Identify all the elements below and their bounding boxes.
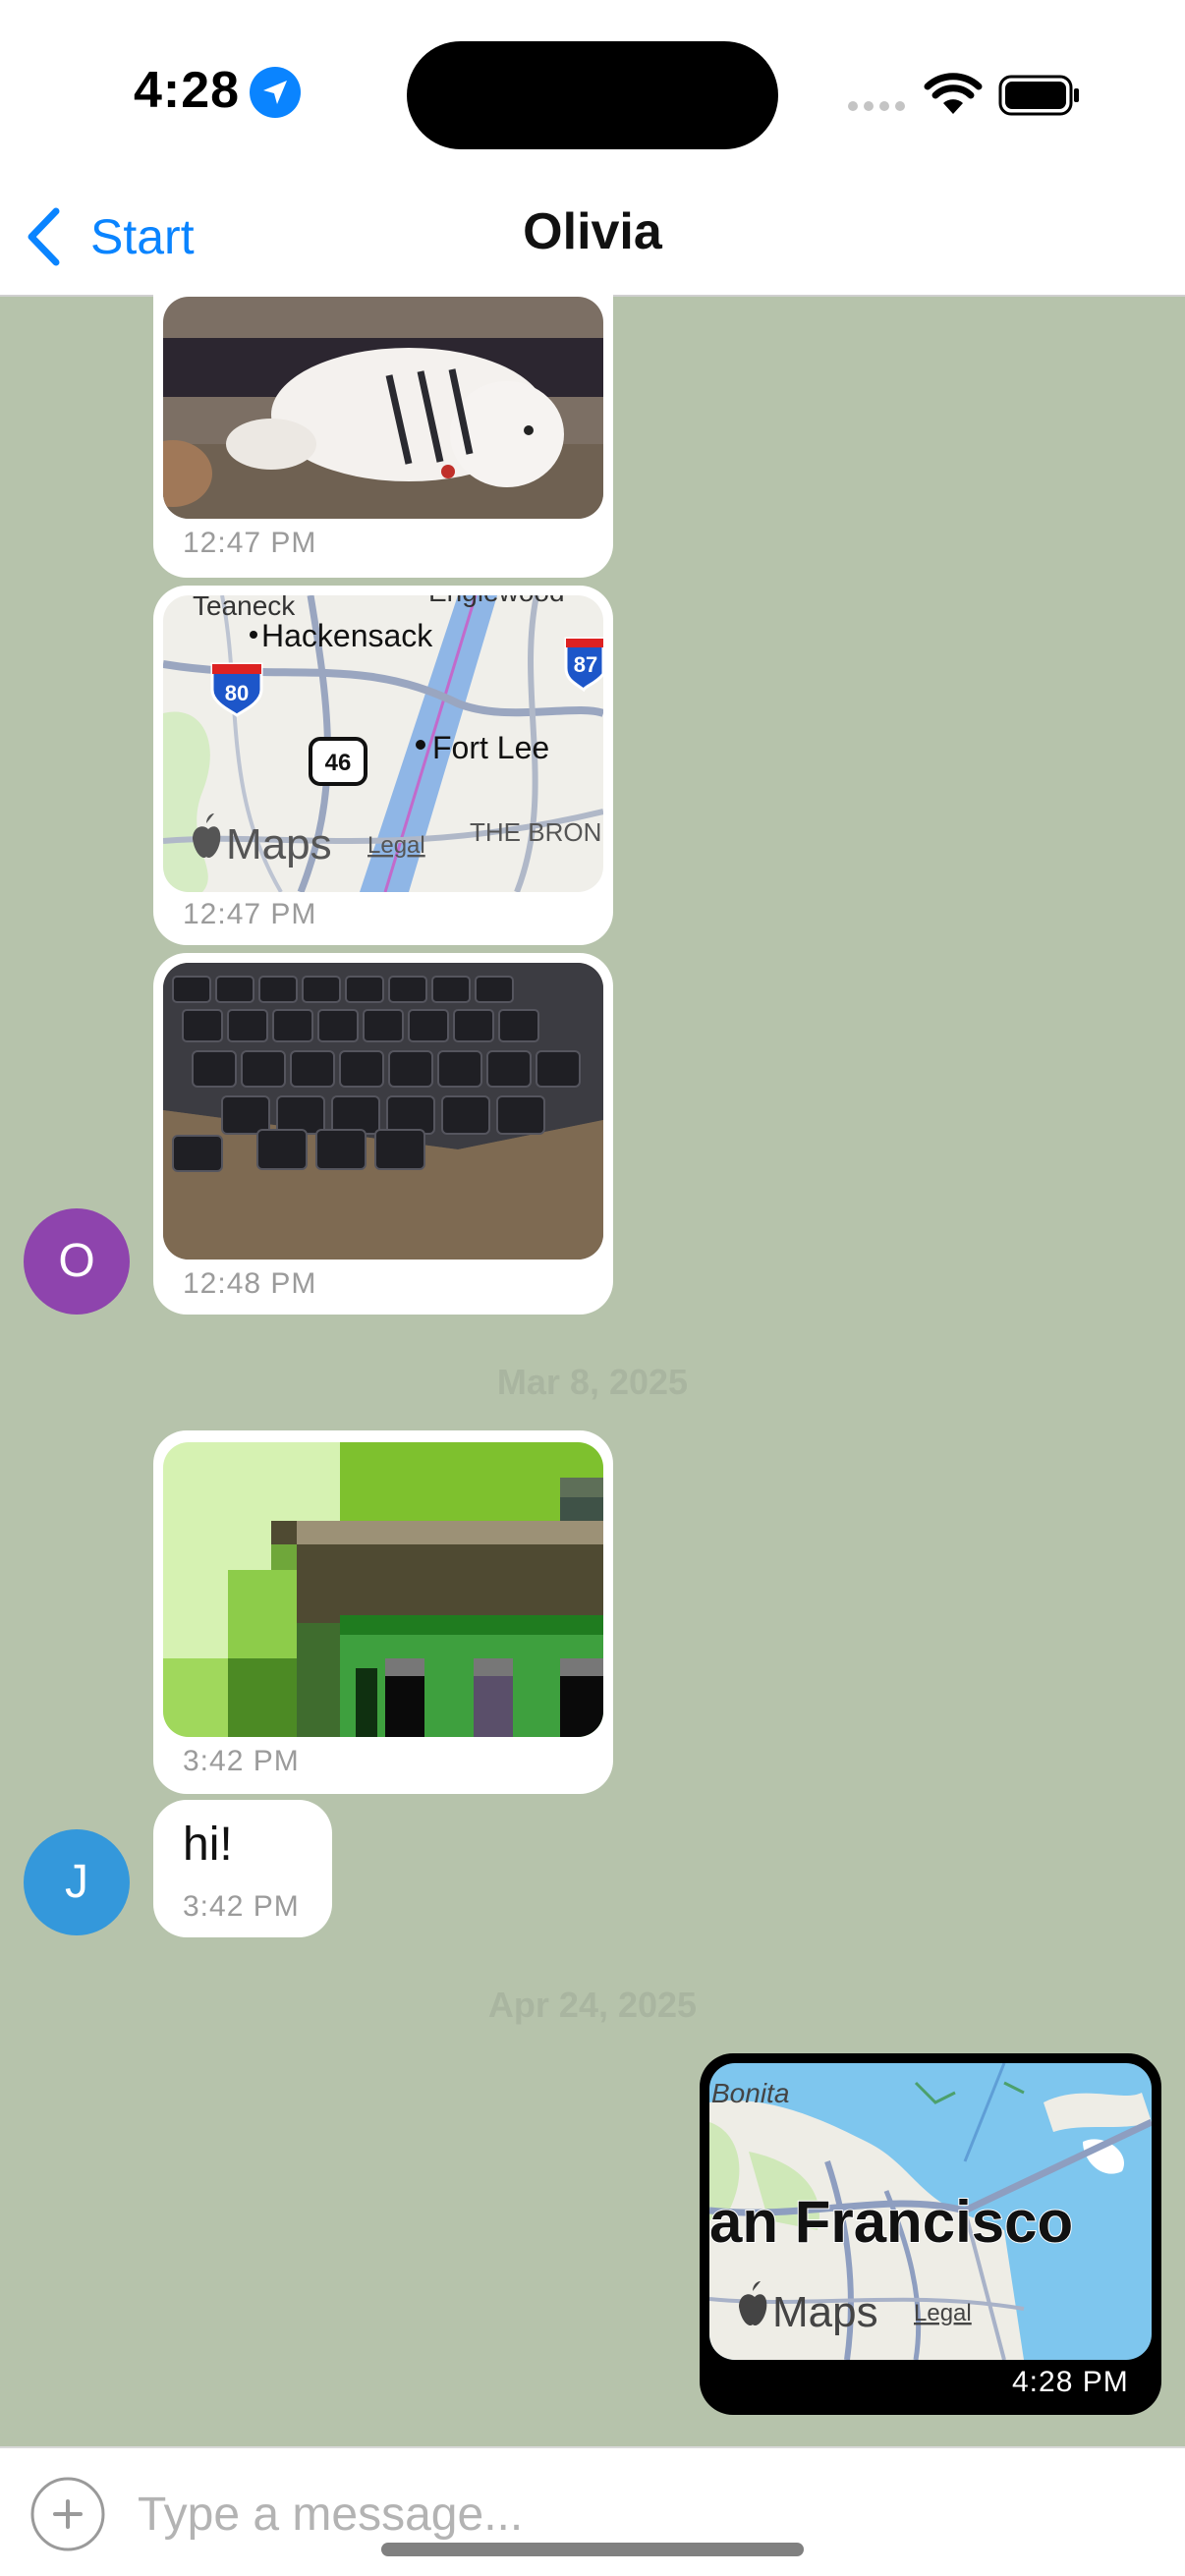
map-snapshot[interactable]: Bonita an Francisco Maps Legal xyxy=(709,2063,1152,2360)
message-timestamp: 12:48 PM xyxy=(183,1267,317,1300)
message-bubble[interactable]: hi! 3:42 PM xyxy=(153,1800,332,1937)
add-attachment-icon[interactable] xyxy=(29,2476,106,2552)
svg-text:Maps: Maps xyxy=(226,820,332,868)
message-bubble[interactable]: Teaneck Englewood Hackensack Fort Lee TH… xyxy=(153,586,613,945)
avatar[interactable]: J xyxy=(24,1829,130,1935)
message-input-bar xyxy=(0,2446,1185,2576)
avatar[interactable]: O xyxy=(24,1208,130,1315)
signal-dots-icon xyxy=(848,101,905,111)
svg-text:Bonita: Bonita xyxy=(711,2078,789,2108)
message-text: hi! xyxy=(183,1819,233,1871)
battery-icon xyxy=(998,75,1079,116)
keyboard-photo[interactable] xyxy=(163,963,603,1260)
message-timestamp: 4:28 PM xyxy=(1012,2366,1129,2398)
outgoing-message-bubble[interactable]: Bonita an Francisco Maps Legal 4:28 PM xyxy=(700,2053,1161,2415)
svg-text:Maps: Maps xyxy=(772,2288,878,2336)
message-bubble[interactable]: 12:48 PM xyxy=(153,953,613,1315)
svg-text:Englewood: Englewood xyxy=(428,595,565,607)
svg-text:Legal: Legal xyxy=(367,832,425,859)
dynamic-island xyxy=(407,41,778,149)
svg-text:THE BRON: THE BRON xyxy=(470,817,601,847)
pixel-art-image[interactable] xyxy=(163,1442,603,1737)
message-timestamp: 12:47 PM xyxy=(183,898,317,930)
date-separator: Mar 8, 2025 xyxy=(496,1362,689,1402)
svg-text:80: 80 xyxy=(225,681,249,705)
svg-text:an Francisco: an Francisco xyxy=(709,2189,1073,2255)
message-bubble[interactable]: 3:42 PM xyxy=(153,1430,613,1794)
conversation-title: Olivia xyxy=(523,203,662,260)
date-separator: Apr 24, 2025 xyxy=(487,1985,698,2025)
message-timestamp: 3:42 PM xyxy=(183,1745,300,1777)
location-arrow-icon xyxy=(250,67,301,118)
wifi-icon xyxy=(924,73,983,114)
map-snapshot[interactable]: Teaneck Englewood Hackensack Fort Lee TH… xyxy=(163,595,603,892)
status-bar: 4:28 xyxy=(0,0,1185,177)
svg-text:Legal: Legal xyxy=(914,2300,972,2326)
message-bubble[interactable]: 12:47 PM xyxy=(153,255,613,578)
home-indicator[interactable] xyxy=(381,2543,804,2556)
message-input[interactable] xyxy=(136,2482,1122,2547)
status-time: 4:28 xyxy=(134,62,241,119)
message-timestamp: 3:42 PM xyxy=(183,1890,300,1923)
message-timestamp: 12:47 PM xyxy=(183,527,317,559)
svg-text:46: 46 xyxy=(325,750,352,776)
svg-text:87: 87 xyxy=(574,652,597,677)
svg-text:Hackensack: Hackensack xyxy=(261,618,433,653)
dog-photo[interactable] xyxy=(163,297,603,519)
svg-text:Fort Lee: Fort Lee xyxy=(432,730,549,765)
